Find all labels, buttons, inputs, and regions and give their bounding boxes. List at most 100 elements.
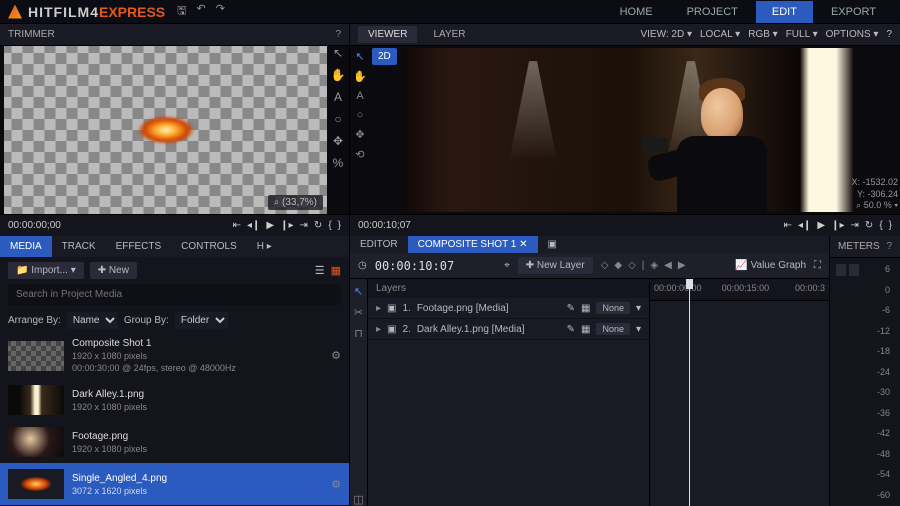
gear-icon[interactable]: ⚙ [331,478,341,491]
options-dropdown[interactable]: OPTIONS ▾ [826,29,879,40]
timeline-ruler[interactable]: 00:00:00:00 00:00:15:00 00:00:3 [650,279,829,301]
ease-in-icon[interactable]: ◀ [664,260,672,271]
goto-start-icon[interactable]: ⇤ [784,220,792,231]
kf-prev-icon[interactable]: ◇ [601,260,609,271]
goto-start-icon[interactable]: ⇤ [233,220,241,231]
import-button[interactable]: 📁 Import... ▾ [8,262,84,279]
move-tool-icon[interactable]: ✥ [355,128,364,141]
new-button[interactable]: ✚ New [90,262,137,279]
rgb-dropdown[interactable]: RGB ▾ [748,29,777,40]
nav-export[interactable]: EXPORT [815,1,892,23]
undo-icon[interactable]: ↶ [197,2,206,21]
loop-icon[interactable]: ↻ [865,220,873,231]
next-frame-icon[interactable]: ❙▸ [831,220,844,231]
play-icon[interactable]: ▶ [817,220,825,231]
next-frame-icon[interactable]: ❙▸ [280,220,293,231]
chevron-right-icon[interactable]: ▸ [376,303,381,314]
kf-add-icon[interactable]: ◆ [614,260,622,271]
trimmer-viewport[interactable] [4,46,327,214]
mark-in-icon[interactable]: { [879,220,882,231]
nav-edit[interactable]: EDIT [756,1,813,23]
tab-editor[interactable]: EDITOR [350,236,408,253]
ease-icon[interactable]: ◈ [650,260,658,271]
text-tool-icon[interactable]: A [356,90,363,102]
mark-out-icon[interactable]: } [338,220,341,231]
playhead[interactable] [689,279,690,506]
timeline-tracks[interactable]: 00:00:00:00 00:00:15:00 00:00:3 [650,279,829,506]
nav-project[interactable]: PROJECT [671,1,754,23]
tab-controls[interactable]: CONTROLS [171,236,247,257]
ease-out-icon[interactable]: ▶ [678,260,686,271]
link-tool-icon[interactable]: % [333,156,344,170]
tab-track[interactable]: TRACK [52,236,106,257]
tab-more[interactable]: H ▸ [247,236,282,257]
mark-out-icon[interactable]: } [889,220,892,231]
gear-icon[interactable]: ⚙ [331,349,341,362]
collapse-icon[interactable]: ◫ [353,493,363,506]
help-icon[interactable]: ? [886,241,892,252]
chevron-down-icon[interactable]: ▾ [636,303,641,314]
timeline-timecode[interactable]: 00:00:10:07 [375,259,454,273]
move-tool-icon[interactable]: ✥ [333,134,343,148]
trimmer-timecode[interactable]: 00:00:00;00 [8,220,61,231]
chevron-down-icon[interactable]: ▾ [636,324,641,335]
value-graph-button[interactable]: 📈 Value Graph [735,260,806,271]
shape-tool-icon[interactable]: ○ [334,112,341,126]
save-icon[interactable]: 🖫 [177,2,186,21]
edit-icon[interactable]: ✎ [567,303,575,314]
layer-row[interactable]: ▸ ▣ 1. Footage.png [Media] ✎ ▦ None ▾ [368,298,649,319]
viewer-timecode[interactable]: 00:00:10;07 [358,220,411,231]
blend-mode[interactable]: None [596,323,630,335]
lock-icon[interactable]: ▦ [581,303,590,314]
loop-icon[interactable]: ↻ [314,220,322,231]
expand-icon[interactable]: ⛶ [814,260,821,271]
layer-row[interactable]: ▸ ▣ 2. Dark Alley.1.png [Media] ✎ ▦ None… [368,319,649,340]
snap-icon[interactable]: ⌖ [504,260,510,271]
redo-icon[interactable]: ↷ [216,2,225,21]
visibility-icon[interactable]: ▣ [387,303,396,314]
play-icon[interactable]: ▶ [266,220,274,231]
trimmer-zoom[interactable]: ⌕ (33,7%) [268,195,323,210]
text-tool-icon[interactable]: A [334,90,342,104]
new-layer-button[interactable]: ✚ New Layer [518,257,593,274]
edit-icon[interactable]: ✎ [567,324,575,335]
pointer-tool-icon[interactable]: ↖ [333,46,343,60]
kf-next-icon[interactable]: ◇ [628,260,636,271]
visibility-icon[interactable]: ▣ [387,324,396,335]
list-view-icon[interactable]: ☰ [315,264,325,277]
local-dropdown[interactable]: LOCAL ▾ [700,29,740,40]
full-dropdown[interactable]: FULL ▾ [786,29,818,40]
help-icon[interactable]: ? [335,29,341,40]
media-item[interactable]: Dark Alley.1.png1920 x 1080 pixels [0,379,349,421]
hand-tool-icon[interactable]: ✋ [331,68,346,82]
snap-tool-icon[interactable]: ⊓ [354,327,363,340]
tab-viewer[interactable]: VIEWER [358,26,417,43]
help-icon[interactable]: ? [886,29,892,40]
grid-view-icon[interactable]: ▦ [331,264,341,277]
arrange-select[interactable]: Name [67,312,118,329]
tab-add-icon[interactable]: ▣ [538,236,567,253]
lock-icon[interactable]: ▦ [581,324,590,335]
tab-effects[interactable]: EFFECTS [106,236,172,257]
goto-end-icon[interactable]: ⇥ [851,220,859,231]
pointer-tool-icon[interactable]: ↖ [354,285,363,298]
mark-in-icon[interactable]: { [328,220,331,231]
viewer-preview[interactable] [403,48,854,212]
orbit-tool-icon[interactable]: ⟲ [355,148,364,161]
media-item[interactable]: Footage.png1920 x 1080 pixels [0,421,349,463]
mode-2d-button[interactable]: 2D [372,48,397,65]
media-search-input[interactable] [8,284,341,305]
group-select[interactable]: Folder [175,312,228,329]
goto-end-icon[interactable]: ⇥ [300,220,308,231]
pointer-tool-icon[interactable]: ↖ [355,50,364,63]
tab-layer[interactable]: LAYER [423,26,475,43]
hand-tool-icon[interactable]: ✋ [353,70,367,83]
prev-frame-icon[interactable]: ◂❙ [798,220,811,231]
chevron-right-icon[interactable]: ▸ [376,324,381,335]
nav-home[interactable]: HOME [604,1,669,23]
prev-frame-icon[interactable]: ◂❙ [247,220,260,231]
tab-composite[interactable]: COMPOSITE SHOT 1 ✕ [408,236,538,253]
media-item[interactable]: Composite Shot 11920 x 1080 pixels00:00:… [0,332,349,379]
media-item-selected[interactable]: Single_Angled_4.png3072 x 1620 pixels ⚙ [0,463,349,505]
slice-tool-icon[interactable]: ✂ [354,306,363,319]
